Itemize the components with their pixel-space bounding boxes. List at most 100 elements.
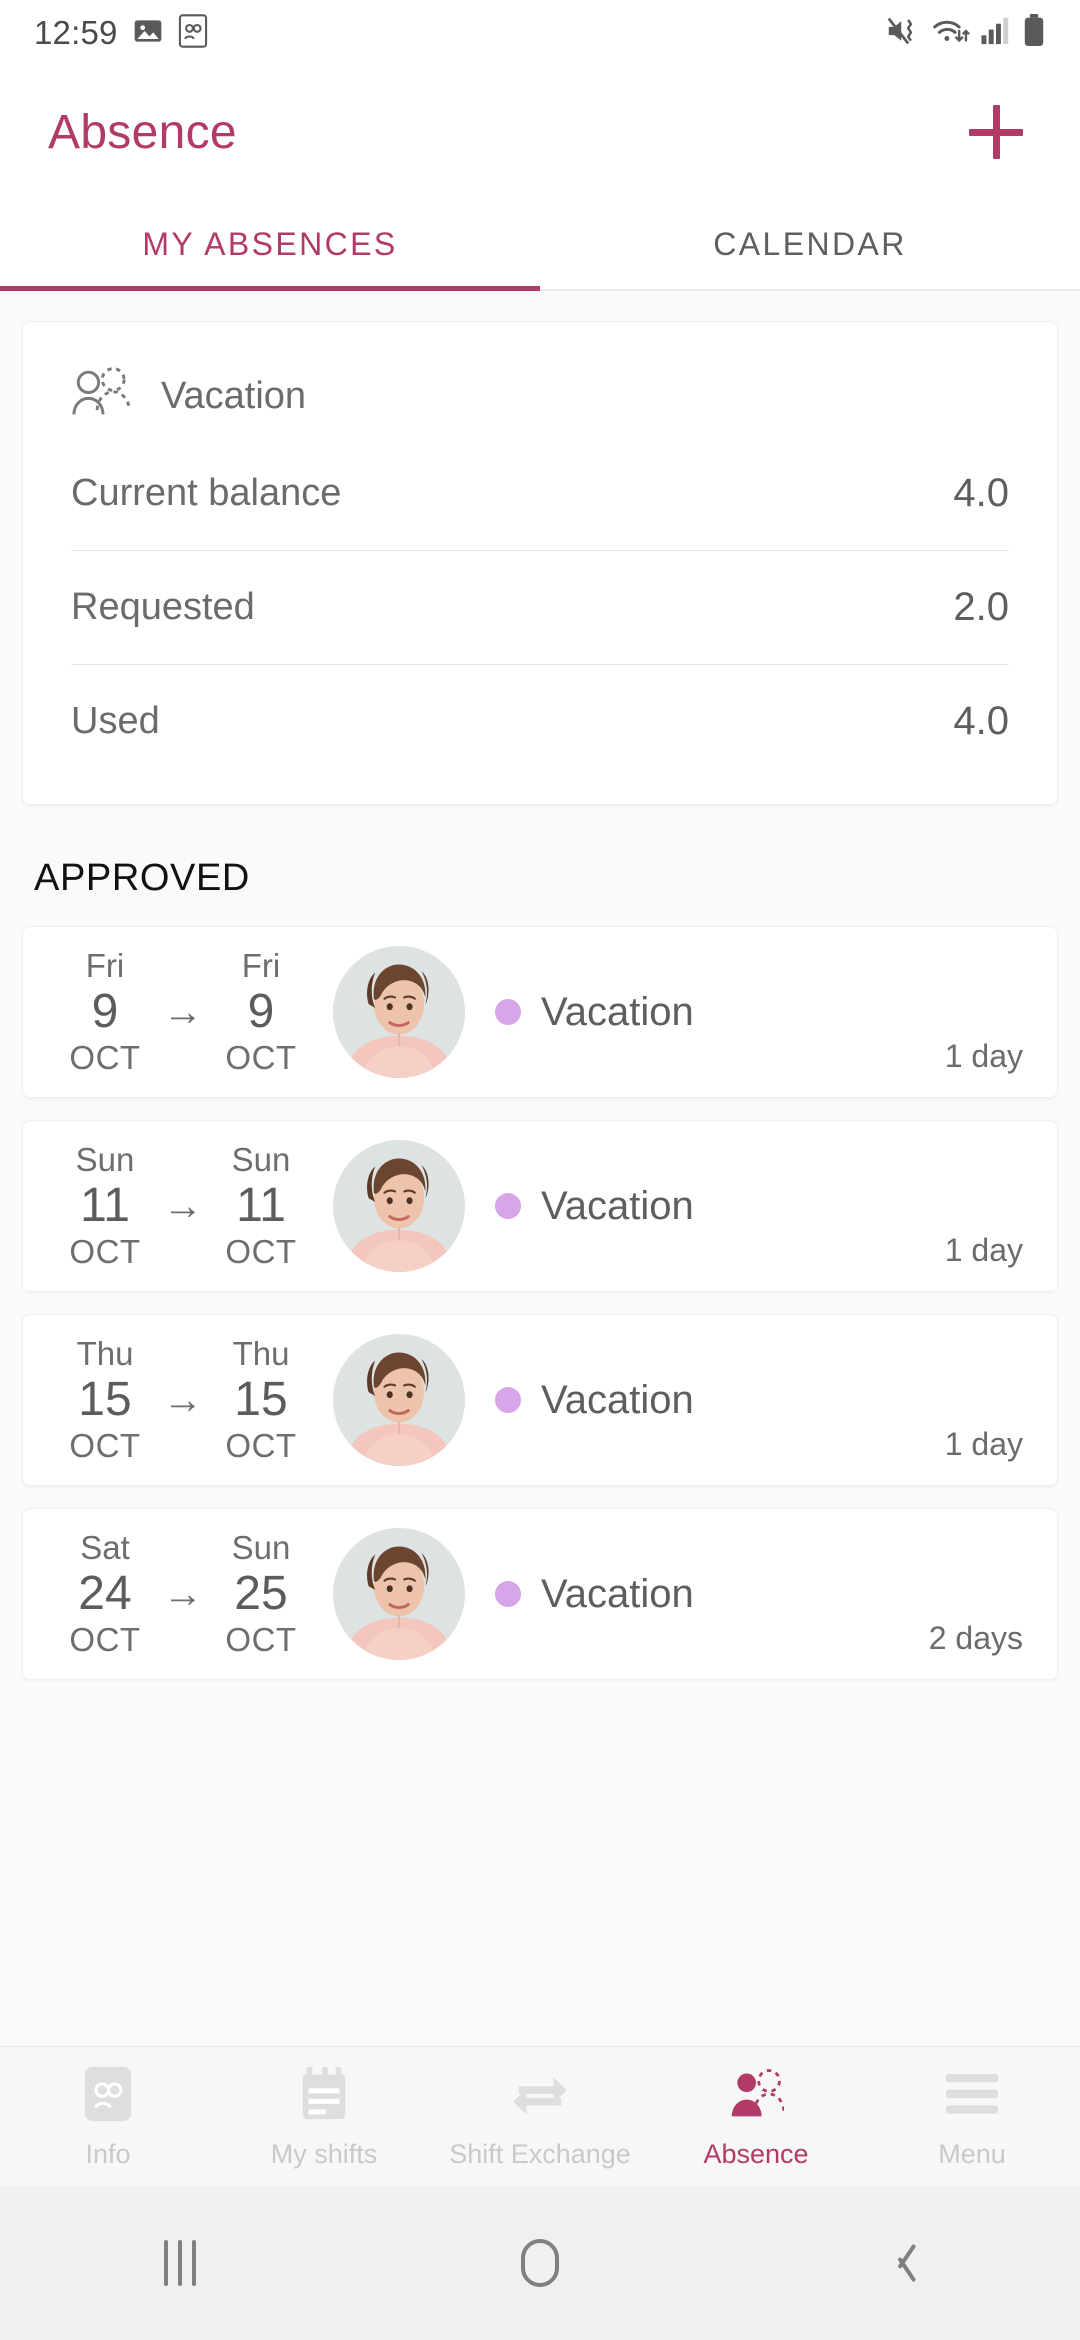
swap-arrows-icon bbox=[511, 2063, 569, 2125]
balance-label: Current balance bbox=[71, 472, 342, 514]
mute-vibrate-icon bbox=[886, 14, 922, 53]
absence-end-date: Sun 25 OCT bbox=[207, 1529, 315, 1659]
nav-label-menu: Menu bbox=[938, 2139, 1006, 2169]
end-month: OCT bbox=[225, 1232, 297, 1270]
absence-type: Vacation bbox=[495, 1378, 694, 1423]
image-icon bbox=[132, 15, 164, 52]
balance-row-current: Current balance 4.0 bbox=[23, 437, 1057, 550]
balance-label: Requested bbox=[71, 586, 255, 628]
start-month: OCT bbox=[69, 1038, 141, 1076]
start-month: OCT bbox=[69, 1232, 141, 1270]
end-weekday: Thu bbox=[232, 1335, 290, 1373]
balance-row-requested: Requested 2.0 bbox=[23, 551, 1057, 664]
end-day: 11 bbox=[236, 1179, 286, 1233]
end-month: OCT bbox=[225, 1620, 297, 1658]
end-day: 9 bbox=[247, 985, 275, 1039]
nav-label-info: Info bbox=[85, 2139, 131, 2169]
balance-value: 2.0 bbox=[953, 585, 1009, 629]
absence-type-dot-icon bbox=[495, 1387, 521, 1413]
absence-duration: 1 day bbox=[944, 1038, 1023, 1074]
absence-type-label: Vacation bbox=[541, 1183, 694, 1228]
nav-label-shift-exchange: Shift Exchange bbox=[449, 2139, 631, 2169]
start-weekday: Sat bbox=[80, 1529, 130, 1567]
absence-row[interactable]: Thu 15 OCT → Thu 15 OCT Vacation 1 day bbox=[22, 1314, 1058, 1486]
status-bar-left: 12:59 bbox=[34, 13, 208, 53]
home-icon bbox=[521, 2239, 559, 2287]
end-month: OCT bbox=[225, 1038, 297, 1076]
absence-end-date: Sun 11 OCT bbox=[207, 1141, 315, 1271]
absence-row[interactable]: Sun 11 OCT → Sun 11 OCT Vacation 1 day bbox=[22, 1120, 1058, 1292]
absence-type: Vacation bbox=[495, 1184, 694, 1229]
start-day: 15 bbox=[78, 1373, 132, 1427]
avatar bbox=[333, 1528, 465, 1660]
end-weekday: Sun bbox=[231, 1141, 291, 1179]
balance-rows: Current balance 4.0 Requested 2.0 Used 4… bbox=[23, 437, 1057, 804]
balance-card[interactable]: Vacation Current balance 4.0 Requested 2… bbox=[22, 321, 1058, 805]
home-button[interactable] bbox=[360, 2239, 720, 2287]
app-bar: Absence bbox=[0, 66, 1080, 198]
shift-list-icon bbox=[296, 2063, 352, 2125]
end-day: 25 bbox=[234, 1567, 288, 1621]
bottom-navigation: Info My shifts Shift Exchange Absence Me… bbox=[0, 2046, 1080, 2186]
absence-start-date: Sat 24 OCT bbox=[51, 1529, 159, 1659]
absence-type: Vacation bbox=[495, 990, 694, 1035]
nav-item-my-shifts[interactable]: My shifts bbox=[216, 2063, 432, 2170]
absence-type-dot-icon bbox=[495, 999, 521, 1025]
nav-item-menu[interactable]: Menu bbox=[864, 2063, 1080, 2170]
absence-start-date: Sun 11 OCT bbox=[51, 1141, 159, 1271]
date-range-arrow-icon: → bbox=[163, 1183, 203, 1228]
avatar bbox=[333, 1334, 465, 1466]
tab-calendar-label: CALENDAR bbox=[713, 225, 907, 262]
absence-row[interactable]: Fri 9 OCT → Fri 9 OCT Vacation 1 day bbox=[22, 926, 1058, 1098]
plus-icon-vertical bbox=[992, 105, 1000, 159]
start-day: 9 bbox=[91, 985, 119, 1039]
nav-label-my-shifts: My shifts bbox=[270, 2139, 378, 2169]
absence-person-icon bbox=[728, 2063, 784, 2125]
absence-row[interactable]: Sat 24 OCT → Sun 25 OCT Vacation 2 days bbox=[22, 1508, 1058, 1680]
tab-calendar[interactable]: CALENDAR bbox=[540, 198, 1080, 290]
avatar bbox=[333, 1140, 465, 1272]
absence-duration: 1 day bbox=[944, 1232, 1023, 1268]
recents-icon bbox=[164, 2240, 196, 2286]
hamburger-icon bbox=[944, 2063, 1000, 2125]
absence-end-date: Fri 9 OCT bbox=[207, 947, 315, 1077]
phone-screen: 12:59 Absence MY ABSENCES CALENDAR Vacat… bbox=[0, 0, 1080, 2340]
tab-my-absences-label: MY ABSENCES bbox=[142, 225, 398, 262]
balance-card-header: Vacation bbox=[23, 322, 1057, 437]
signal-icon bbox=[980, 15, 1012, 52]
balance-row-used: Used 4.0 bbox=[23, 665, 1057, 778]
section-heading-approved: APPROVED bbox=[34, 857, 250, 899]
tab-my-absences[interactable]: MY ABSENCES bbox=[0, 198, 540, 290]
page-title: Absence bbox=[48, 105, 237, 159]
absence-start-date: Fri 9 OCT bbox=[51, 947, 159, 1077]
balance-label: Used bbox=[71, 700, 160, 742]
start-day: 24 bbox=[78, 1567, 132, 1621]
contacts-icon bbox=[178, 13, 208, 53]
recents-button[interactable] bbox=[0, 2240, 360, 2286]
start-month: OCT bbox=[69, 1620, 141, 1658]
add-absence-button[interactable] bbox=[960, 96, 1032, 168]
end-weekday: Sun bbox=[231, 1529, 291, 1567]
battery-icon bbox=[1022, 13, 1046, 53]
status-bar: 12:59 bbox=[0, 0, 1080, 66]
contact-card-icon bbox=[82, 2063, 134, 2125]
end-day: 15 bbox=[234, 1373, 288, 1427]
absence-duration: 1 day bbox=[944, 1426, 1023, 1462]
absence-list-scroll[interactable]: Vacation Current balance 4.0 Requested 2… bbox=[0, 291, 1080, 2046]
start-month: OCT bbox=[69, 1426, 141, 1464]
balance-value: 4.0 bbox=[953, 699, 1009, 743]
status-bar-clock: 12:59 bbox=[34, 14, 118, 51]
date-range-arrow-icon: → bbox=[163, 1377, 203, 1422]
back-icon bbox=[885, 2240, 915, 2286]
wifi-icon bbox=[932, 14, 970, 53]
absence-type-dot-icon bbox=[495, 1581, 521, 1607]
nav-label-absence: Absence bbox=[703, 2139, 809, 2169]
absence-type-label: Vacation bbox=[541, 989, 694, 1034]
back-button[interactable] bbox=[720, 2240, 1080, 2286]
absence-type: Vacation bbox=[495, 1572, 694, 1617]
nav-item-shift-exchange[interactable]: Shift Exchange bbox=[432, 2063, 648, 2170]
nav-item-absence[interactable]: Absence bbox=[648, 2063, 864, 2170]
status-bar-right bbox=[886, 13, 1046, 53]
absence-type-dot-icon bbox=[495, 1193, 521, 1219]
nav-item-info[interactable]: Info bbox=[0, 2063, 216, 2170]
